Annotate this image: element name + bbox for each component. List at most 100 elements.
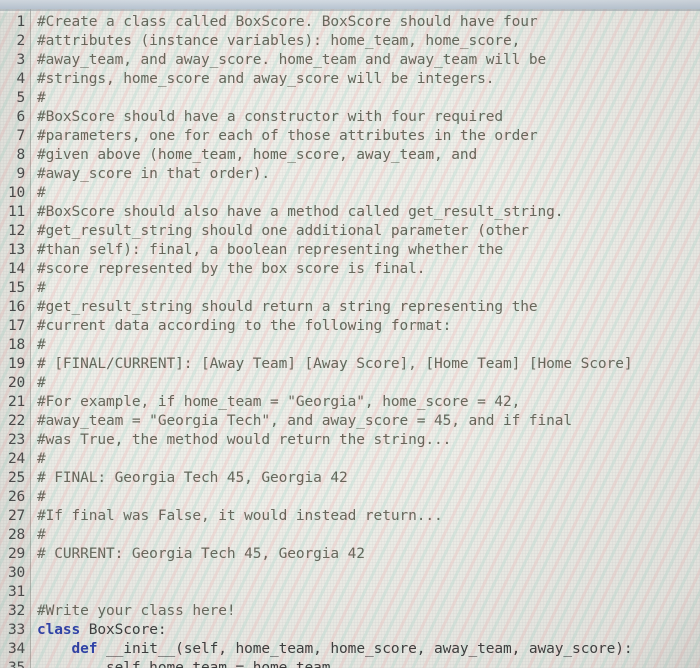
code-line[interactable]: 22 #away_team = "Georgia Tech", and away_…	[0, 412, 700, 431]
line-number: 12	[0, 222, 30, 241]
line-source[interactable]: #parameters, one for each of those attri…	[30, 127, 700, 146]
line-source[interactable]: #score represented by the box score is f…	[30, 260, 700, 279]
line-source[interactable]: #attributes (instance variables): home_t…	[30, 32, 700, 51]
line-number: 10	[0, 184, 30, 203]
line-number: 34	[0, 640, 30, 659]
code-line[interactable]: 31	[0, 583, 700, 602]
code-line[interactable]: 15 #	[0, 279, 700, 298]
comment-token: #	[37, 280, 46, 296]
line-source[interactable]: #than self): final, a boolean representi…	[30, 241, 700, 260]
line-source[interactable]: # [FINAL/CURRENT]: [Away Team] [Away Sco…	[30, 355, 700, 374]
code-line[interactable]: 29 # CURRENT: Georgia Tech 45, Georgia 42	[0, 545, 700, 564]
line-number: 24	[0, 450, 30, 469]
line-source[interactable]: #For example, if home_team = "Georgia", …	[30, 393, 700, 412]
line-source[interactable]: #was True, the method would return the s…	[30, 431, 700, 450]
code-line[interactable]: 8 #given above (home_team, home_score, aw…	[0, 146, 700, 165]
line-number: 30	[0, 564, 30, 583]
line-number: 31	[0, 583, 30, 602]
line-number: 14	[0, 260, 30, 279]
line-source[interactable]: # CURRENT: Georgia Tech 45, Georgia 42	[30, 545, 700, 564]
line-number: 2	[0, 32, 30, 51]
code-line[interactable]: 5 #	[0, 89, 700, 108]
line-number: 17	[0, 317, 30, 336]
keyword-token: class	[37, 622, 81, 638]
code-line[interactable]: 10 #	[0, 184, 700, 203]
comment-token: #	[37, 90, 46, 106]
comment-token: #Write your class here!	[37, 603, 236, 619]
line-source[interactable]: #	[30, 526, 700, 545]
code-line[interactable]: 17 #current data according to the followi…	[0, 317, 700, 336]
code-line[interactable]: 6 #BoxScore should have a constructor wit…	[0, 108, 700, 127]
code-line[interactable]: 20 #	[0, 374, 700, 393]
comment-token: #given above (home_team, home_score, awa…	[37, 147, 478, 163]
line-source[interactable]: # FINAL: Georgia Tech 45, Georgia 42	[30, 469, 700, 488]
line-source[interactable]: #	[30, 89, 700, 108]
code-line[interactable]: 12 #get_result_string should one addition…	[0, 222, 700, 241]
code-line[interactable]: 32 #Write your class here!	[0, 602, 700, 621]
line-source[interactable]: #strings, home_score and away_score will…	[30, 70, 700, 89]
comment-token: #attributes (instance variables): home_t…	[37, 33, 521, 49]
code-line[interactable]: 19 # [FINAL/CURRENT]: [Away Team] [Away S…	[0, 355, 700, 374]
line-source[interactable]: #	[30, 450, 700, 469]
code-lines-container[interactable]: 1 #Create a class called BoxScore. BoxSco…	[0, 9, 700, 668]
line-number: 27	[0, 507, 30, 526]
line-source[interactable]: #away_team = "Georgia Tech", and away_sc…	[30, 412, 700, 431]
code-line[interactable]: 14 #score represented by the box score is…	[0, 260, 700, 279]
code-line[interactable]: 16 #get_result_string should return a str…	[0, 298, 700, 317]
comment-token: #Create a class called BoxScore. BoxScor…	[37, 14, 538, 30]
line-source[interactable]: #get_result_string should one additional…	[30, 222, 700, 241]
code-line[interactable]: 28 #	[0, 526, 700, 545]
code-line[interactable]: 26 #	[0, 488, 700, 507]
comment-token: #	[37, 337, 46, 353]
line-number: 5	[0, 89, 30, 108]
comment-token: #current data according to the following…	[37, 318, 452, 334]
code-line[interactable]: 7 #parameters, one for each of those attr…	[0, 127, 700, 146]
code-token: self.home_team = home_team	[37, 660, 331, 668]
code-line[interactable]: 1 #Create a class called BoxScore. BoxSco…	[0, 13, 700, 32]
gutter-divider	[30, 9, 31, 668]
line-source[interactable]: #Write your class here!	[30, 602, 700, 621]
line-source[interactable]: #away_score in that order).	[30, 165, 700, 184]
code-line[interactable]: 11 #BoxScore should also have a method ca…	[0, 203, 700, 222]
code-line[interactable]: 18 #	[0, 336, 700, 355]
code-line[interactable]: 23 #was True, the method would return the…	[0, 431, 700, 450]
code-line[interactable]: 30	[0, 564, 700, 583]
line-source[interactable]: #If final was False, it would instead re…	[30, 507, 700, 526]
line-source[interactable]: #given above (home_team, home_score, awa…	[30, 146, 700, 165]
code-line[interactable]: 25 # FINAL: Georgia Tech 45, Georgia 42	[0, 469, 700, 488]
comment-token: #	[37, 185, 46, 201]
line-source[interactable]: #current data according to the following…	[30, 317, 700, 336]
line-number: 1	[0, 13, 30, 32]
line-number: 28	[0, 526, 30, 545]
code-editor-pane[interactable]: 1 #Create a class called BoxScore. BoxSco…	[0, 9, 700, 668]
line-source[interactable]: self.home_team = home_team	[30, 659, 700, 668]
code-line[interactable]: 4 #strings, home_score and away_score wil…	[0, 70, 700, 89]
code-line[interactable]: 3 #away_team, and away_score. home_team a…	[0, 51, 700, 70]
code-line[interactable]: 9 #away_score in that order).	[0, 165, 700, 184]
code-line[interactable]: 35 self.home_team = home_team	[0, 659, 700, 668]
line-source[interactable]: #	[30, 279, 700, 298]
code-line[interactable]: 2 #attributes (instance variables): home_…	[0, 32, 700, 51]
line-source[interactable]: def __init__(self, home_team, home_score…	[30, 640, 700, 659]
code-line[interactable]: 27 #If final was False, it would instead …	[0, 507, 700, 526]
line-source[interactable]: #	[30, 336, 700, 355]
code-line[interactable]: 33 class BoxScore:	[0, 621, 700, 640]
code-line[interactable]: 24 #	[0, 450, 700, 469]
line-number: 20	[0, 374, 30, 393]
line-number: 23	[0, 431, 30, 450]
code-token: BoxScore:	[80, 622, 167, 638]
line-source[interactable]: #BoxScore should also have a method call…	[30, 203, 700, 222]
line-source[interactable]: #	[30, 374, 700, 393]
line-source[interactable]: #get_result_string should return a strin…	[30, 298, 700, 317]
code-line[interactable]: 21 #For example, if home_team = "Georgia"…	[0, 393, 700, 412]
line-source[interactable]: #	[30, 488, 700, 507]
line-source[interactable]: class BoxScore:	[30, 621, 700, 640]
line-source[interactable]: #Create a class called BoxScore. BoxScor…	[30, 13, 700, 32]
line-source[interactable]: #away_team, and away_score. home_team an…	[30, 51, 700, 70]
line-source[interactable]: #BoxScore should have a constructor with…	[30, 108, 700, 127]
code-line[interactable]: 34 def __init__(self, home_team, home_sc…	[0, 640, 700, 659]
line-source[interactable]: #	[30, 184, 700, 203]
code-line[interactable]: 13 #than self): final, a boolean represen…	[0, 241, 700, 260]
comment-token: #parameters, one for each of those attri…	[37, 128, 538, 144]
